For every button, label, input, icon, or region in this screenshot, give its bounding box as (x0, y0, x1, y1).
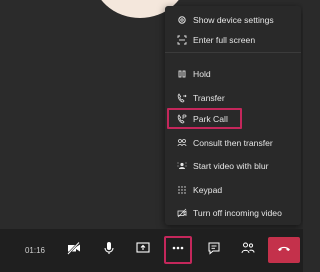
menu-item-label: Hold (193, 69, 211, 79)
more-options-button[interactable] (164, 236, 192, 264)
menu-item-full-screen[interactable]: Enter full screen (165, 30, 301, 50)
park-call-highlight (167, 108, 242, 129)
menu-item-hold[interactable]: Hold (165, 64, 301, 84)
menu-divider (165, 52, 301, 53)
microphone-icon (102, 241, 116, 260)
more-options-icon (171, 241, 185, 260)
menu-item-turn-off-video[interactable]: Turn off incoming video (165, 203, 301, 223)
menu-item-video-blur[interactable]: Start video with blur (165, 156, 301, 176)
menu-item-consult-transfer[interactable]: Consult then transfer (165, 133, 301, 153)
transfer-icon (176, 93, 187, 104)
menu-item-label: Show device settings (193, 15, 274, 25)
share-screen-button[interactable] (131, 237, 155, 263)
camera-off-icon (67, 241, 81, 260)
menu-item-label: Consult then transfer (193, 138, 273, 148)
hang-up-icon (277, 241, 291, 260)
video-off-icon (176, 208, 187, 219)
hold-icon (176, 69, 187, 80)
chat-icon (207, 241, 221, 260)
keypad-icon (176, 185, 187, 196)
menu-item-label: Turn off incoming video (193, 208, 282, 218)
menu-item-transfer[interactable]: Transfer (165, 88, 301, 108)
camera-toggle-button[interactable] (62, 237, 86, 263)
menu-item-label: Enter full screen (193, 35, 256, 45)
menu-item-label: Transfer (193, 93, 225, 103)
menu-item-keypad[interactable]: Keypad (165, 180, 301, 200)
call-window: Show device settings Enter full screen H… (0, 0, 303, 272)
menu-item-device-settings[interactable]: Show device settings (165, 10, 301, 30)
more-options-menu: Show device settings Enter full screen H… (165, 6, 301, 225)
chat-button[interactable] (202, 237, 226, 263)
share-screen-icon (136, 241, 150, 260)
menu-item-label: Keypad (193, 185, 223, 195)
participants-icon (241, 241, 255, 260)
video-blur-icon (176, 161, 187, 172)
fullscreen-icon (176, 35, 187, 46)
consult-transfer-icon (176, 138, 187, 149)
microphone-button[interactable] (97, 237, 121, 263)
call-timer: 01:16 (24, 245, 46, 255)
hang-up-button[interactable] (268, 237, 300, 263)
participants-button[interactable] (236, 237, 260, 263)
menu-item-label: Start video with blur (193, 161, 269, 171)
gear-icon (176, 15, 187, 26)
